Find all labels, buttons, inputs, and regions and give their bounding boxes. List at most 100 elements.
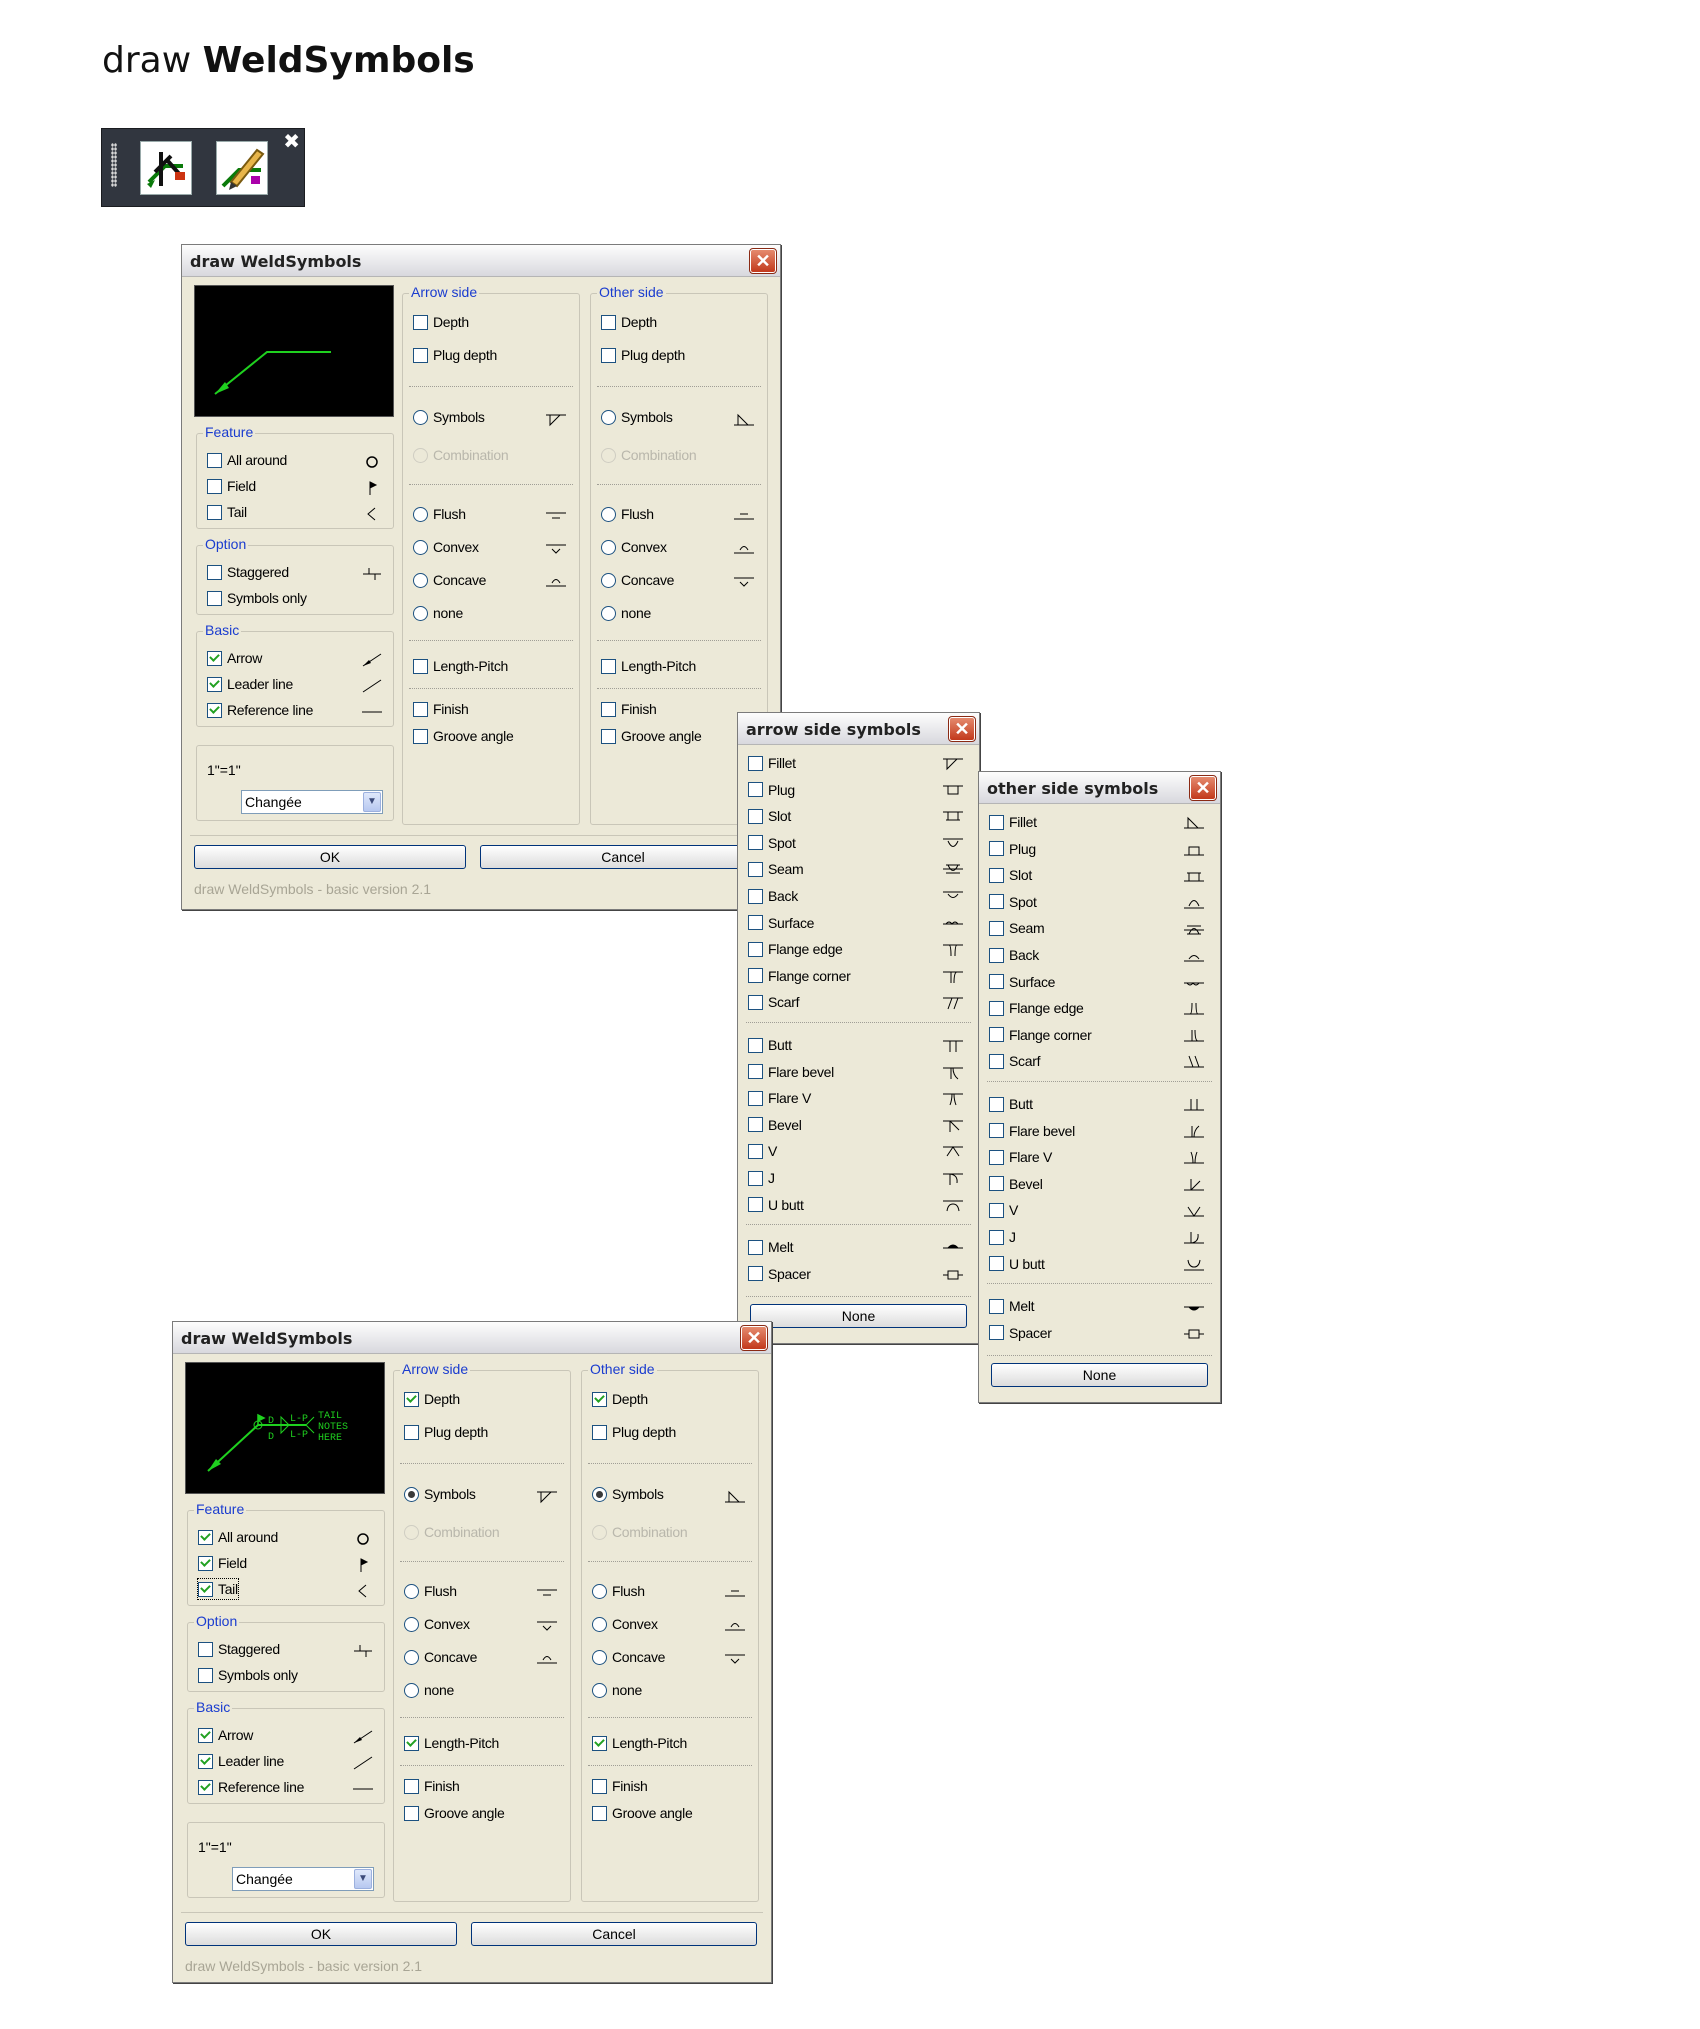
symbol-option-melt[interactable]: Melt bbox=[748, 1237, 794, 1257]
arrow-combination-radio[interactable]: Combination bbox=[413, 445, 509, 465]
symbol-checkbox[interactable] bbox=[748, 782, 763, 798]
symbol-checkbox[interactable] bbox=[748, 1090, 763, 1106]
other-none-radio[interactable]: none bbox=[592, 1680, 642, 1700]
symbol-option-seam[interactable]: Seam bbox=[989, 918, 1045, 938]
symbol-checkbox[interactable] bbox=[989, 1096, 1004, 1112]
arrow-plug-depth-checkbox[interactable]: Plug depth bbox=[413, 345, 497, 365]
scale-select[interactable]: Changée ▼ bbox=[241, 790, 383, 814]
symbol-checkbox[interactable] bbox=[989, 1202, 1004, 1218]
symbol-option-butt[interactable]: Butt bbox=[989, 1094, 1033, 1114]
other-none-radio[interactable]: none bbox=[601, 603, 651, 623]
symbol-checkbox[interactable] bbox=[748, 888, 763, 904]
symbol-checkbox[interactable] bbox=[989, 974, 1004, 990]
symbol-option-v[interactable]: V bbox=[748, 1141, 777, 1161]
arrow-checkbox[interactable]: Arrow bbox=[198, 1725, 253, 1745]
symbol-checkbox[interactable] bbox=[748, 915, 763, 931]
symbol-option-back[interactable]: Back bbox=[989, 945, 1039, 965]
arrow-symbols-radio[interactable]: Symbols bbox=[404, 1484, 476, 1504]
symbol-checkbox[interactable] bbox=[748, 1197, 763, 1213]
arrow-length-pitch-checkbox[interactable]: Length-Pitch bbox=[413, 656, 508, 676]
cancel-button[interactable]: Cancel bbox=[471, 1922, 757, 1946]
symbol-option-scarf[interactable]: Scarf bbox=[748, 992, 799, 1012]
symbol-checkbox[interactable] bbox=[748, 1266, 763, 1282]
fillet-other-icon[interactable] bbox=[724, 1489, 746, 1505]
symbol-option-ubutt[interactable]: U butt bbox=[989, 1254, 1045, 1274]
other-depth-checkbox[interactable]: Depth bbox=[601, 312, 657, 332]
symbol-option-surface[interactable]: Surface bbox=[989, 972, 1055, 992]
arrow-checkbox[interactable]: Arrow bbox=[207, 648, 262, 668]
symbol-option-bevel[interactable]: Bevel bbox=[748, 1115, 802, 1135]
symbol-option-flangeedge[interactable]: Flange edge bbox=[748, 939, 843, 959]
leader-line-checkbox[interactable]: Leader line bbox=[207, 674, 293, 694]
all-around-checkbox[interactable]: All around bbox=[198, 1527, 278, 1547]
symbol-option-bevel[interactable]: Bevel bbox=[989, 1174, 1043, 1194]
toolbar-close-icon[interactable]: ✖ bbox=[283, 132, 300, 152]
symbol-option-fillet[interactable]: Fillet bbox=[989, 812, 1037, 832]
symbol-option-seam[interactable]: Seam bbox=[748, 859, 804, 879]
ok-button[interactable]: OK bbox=[194, 845, 466, 869]
arrow-groove-angle-checkbox[interactable]: Groove angle bbox=[413, 726, 514, 746]
symbol-option-slot[interactable]: Slot bbox=[748, 806, 791, 826]
symbol-checkbox[interactable] bbox=[989, 814, 1004, 830]
arrow-none-radio[interactable]: none bbox=[404, 1680, 454, 1700]
close-icon[interactable]: ✕ bbox=[1189, 775, 1217, 801]
other-depth-checkbox[interactable]: Depth bbox=[592, 1389, 648, 1409]
reference-line-checkbox[interactable]: Reference line bbox=[207, 700, 313, 720]
ok-button[interactable]: OK bbox=[185, 1922, 457, 1946]
other-concave-radio[interactable]: Concave bbox=[592, 1647, 665, 1667]
other-finish-checkbox[interactable]: Finish bbox=[592, 1776, 648, 1796]
symbol-option-flarev[interactable]: Flare V bbox=[989, 1147, 1052, 1167]
symbol-checkbox[interactable] bbox=[989, 947, 1004, 963]
symbol-checkbox[interactable] bbox=[748, 1170, 763, 1186]
tail-checkbox[interactable]: Tail bbox=[207, 502, 247, 522]
symbol-checkbox[interactable] bbox=[748, 941, 763, 957]
symbol-option-flarebevel[interactable]: Flare bevel bbox=[989, 1121, 1075, 1141]
symbol-option-flangecorner[interactable]: Flange corner bbox=[989, 1025, 1092, 1045]
arrow-convex-radio[interactable]: Convex bbox=[404, 1614, 470, 1634]
toolbar-grip[interactable] bbox=[111, 143, 117, 187]
symbol-option-flarebevel[interactable]: Flare bevel bbox=[748, 1062, 834, 1082]
symbol-checkbox[interactable] bbox=[989, 920, 1004, 936]
symbol-option-flangeedge[interactable]: Flange edge bbox=[989, 998, 1084, 1018]
other-symbols-radio[interactable]: Symbols bbox=[592, 1484, 664, 1504]
symbol-option-ubutt[interactable]: U butt bbox=[748, 1195, 804, 1215]
symbol-checkbox[interactable] bbox=[989, 1229, 1004, 1245]
weld-symbol-edit-icon[interactable] bbox=[216, 141, 268, 195]
symbol-checkbox[interactable] bbox=[748, 835, 763, 851]
other-combination-radio[interactable]: Combination bbox=[601, 445, 697, 465]
other-length-pitch-checkbox[interactable]: Length-Pitch bbox=[601, 656, 696, 676]
symbol-option-j[interactable]: J bbox=[748, 1168, 775, 1188]
symbols-only-checkbox[interactable]: Symbols only bbox=[198, 1665, 298, 1685]
symbol-checkbox[interactable] bbox=[748, 994, 763, 1010]
arrow-concave-radio[interactable]: Concave bbox=[404, 1647, 477, 1667]
symbol-checkbox[interactable] bbox=[989, 1000, 1004, 1016]
scale-select[interactable]: Changée ▼ bbox=[232, 1867, 374, 1891]
symbol-option-surface[interactable]: Surface bbox=[748, 913, 814, 933]
symbols-only-checkbox[interactable]: Symbols only bbox=[207, 588, 307, 608]
dialog-titlebar[interactable]: other side symbols ✕ bbox=[979, 772, 1220, 804]
arrow-length-pitch-checkbox[interactable]: Length-Pitch bbox=[404, 1733, 499, 1753]
fillet-arrow-icon[interactable] bbox=[545, 412, 567, 428]
cancel-button[interactable]: Cancel bbox=[480, 845, 766, 869]
staggered-checkbox[interactable]: Staggered bbox=[207, 562, 289, 582]
other-flush-radio[interactable]: Flush bbox=[592, 1581, 645, 1601]
tail-checkbox[interactable]: Tail bbox=[197, 1578, 239, 1600]
symbol-option-plug[interactable]: Plug bbox=[989, 839, 1036, 859]
other-length-pitch-checkbox[interactable]: Length-Pitch bbox=[592, 1733, 687, 1753]
arrow-combination-radio[interactable]: Combination bbox=[404, 1522, 500, 1542]
symbol-checkbox[interactable] bbox=[748, 1117, 763, 1133]
symbol-checkbox[interactable] bbox=[748, 1239, 763, 1255]
symbol-option-spacer[interactable]: Spacer bbox=[748, 1264, 811, 1284]
symbol-option-j[interactable]: J bbox=[989, 1227, 1016, 1247]
none-button[interactable]: None bbox=[750, 1304, 967, 1329]
symbol-option-flangecorner[interactable]: Flange corner bbox=[748, 966, 851, 986]
arrow-finish-checkbox[interactable]: Finish bbox=[404, 1776, 460, 1796]
chevron-down-icon[interactable]: ▼ bbox=[354, 1869, 372, 1889]
dialog-titlebar[interactable]: arrow side symbols ✕ bbox=[738, 713, 979, 745]
arrow-groove-angle-checkbox[interactable]: Groove angle bbox=[404, 1803, 505, 1823]
other-combination-radio[interactable]: Combination bbox=[592, 1522, 688, 1542]
symbol-option-slot[interactable]: Slot bbox=[989, 865, 1032, 885]
symbol-option-spacer[interactable]: Spacer bbox=[989, 1323, 1052, 1343]
staggered-checkbox[interactable]: Staggered bbox=[198, 1639, 280, 1659]
arrow-plug-depth-checkbox[interactable]: Plug depth bbox=[404, 1422, 488, 1442]
